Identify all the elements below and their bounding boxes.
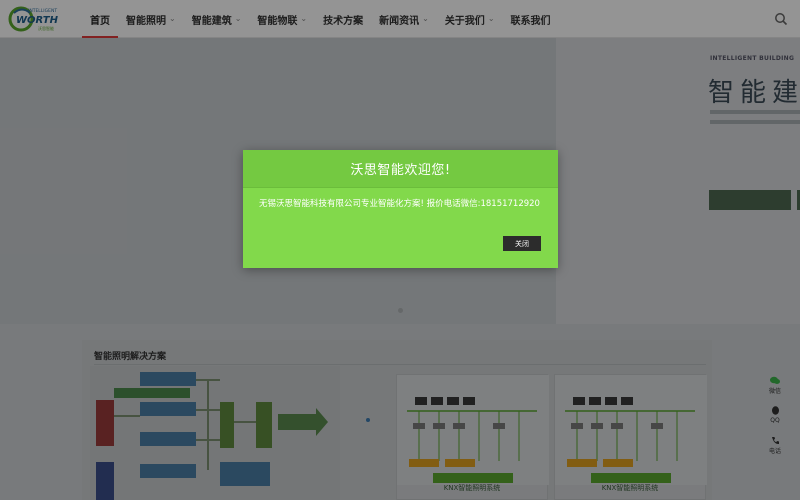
close-button[interactable]: 关闭 <box>503 236 541 251</box>
dialog-header: 沃思智能欢迎您! <box>243 150 558 188</box>
dialog-message: 无锡沃思智能科技有限公司专业智能化方案! 报价电话微信:18151712920 <box>259 199 540 209</box>
dialog-title: 沃思智能欢迎您! <box>350 163 451 178</box>
